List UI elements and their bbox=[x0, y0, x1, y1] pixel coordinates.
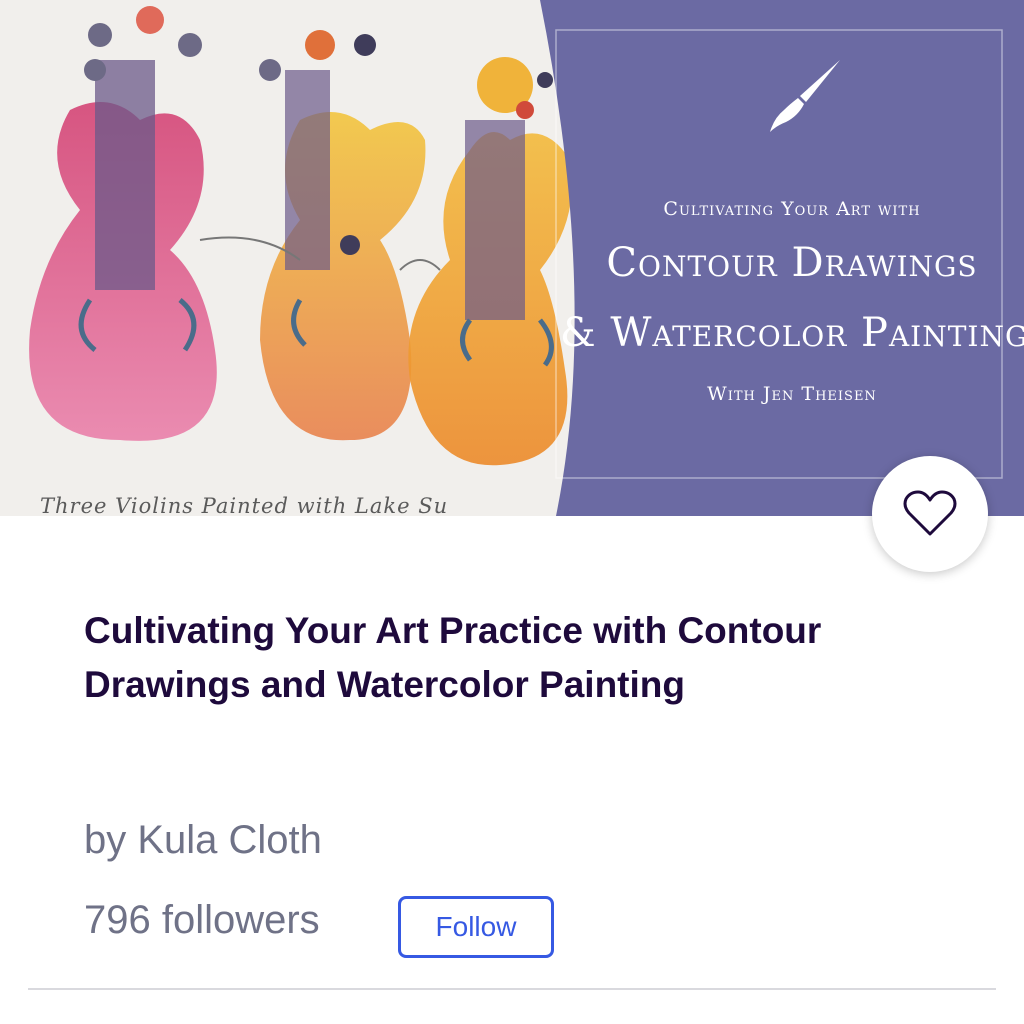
banner-author: With Jen Theisen bbox=[707, 383, 877, 405]
save-event-button[interactable] bbox=[872, 456, 988, 572]
event-title[interactable]: Cultivating Your Art Practice with Conto… bbox=[84, 604, 864, 712]
painting-caption: Three Violins Painted with Lake Su bbox=[40, 494, 449, 516]
course-banner: Cultivating Your Art with Contour Drawin… bbox=[560, 0, 1024, 516]
heart-outline-icon bbox=[903, 490, 957, 536]
banner-title-line-2: & Watercolor Painting bbox=[560, 310, 1024, 356]
divider bbox=[28, 988, 996, 990]
banner-title-line-1: Contour Drawings bbox=[606, 240, 978, 286]
follow-button[interactable]: Follow bbox=[398, 896, 554, 958]
follower-count: 796 followers bbox=[84, 898, 320, 942]
event-hero-image[interactable]: Three Violins Painted with Lake Su Culti… bbox=[0, 0, 1024, 516]
banner-eyebrow: Cultivating Your Art with bbox=[663, 198, 921, 220]
organizer-name[interactable]: by Kula Cloth bbox=[84, 818, 322, 863]
